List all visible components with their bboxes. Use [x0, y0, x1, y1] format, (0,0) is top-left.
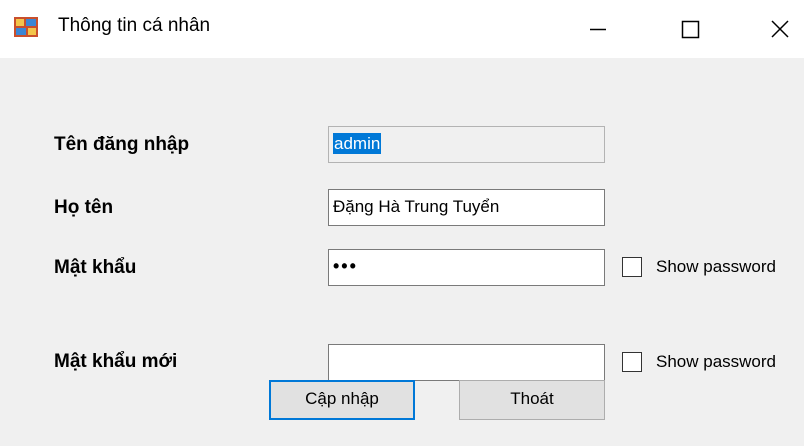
- show-new-password-checkbox-box[interactable]: [622, 352, 642, 372]
- maximize-icon: [681, 20, 700, 39]
- fullname-label: Họ tên: [54, 197, 114, 218]
- show-password-checkbox-box[interactable]: [622, 257, 642, 277]
- minimize-button[interactable]: [568, 0, 628, 58]
- username-field[interactable]: admin: [328, 126, 605, 163]
- update-button[interactable]: Cập nhập: [269, 380, 415, 420]
- maximize-button[interactable]: [660, 0, 720, 58]
- close-button[interactable]: [744, 0, 804, 58]
- password-label: Mật khẩu: [54, 257, 137, 278]
- fullname-field[interactable]: Đặng Hà Trung Tuyển: [328, 189, 605, 226]
- password-masked-value: •••: [333, 256, 358, 276]
- form-body: Tên đăng nhập admin Họ tên Đặng Hà Trung…: [0, 58, 804, 446]
- exit-button[interactable]: Thoát: [459, 380, 605, 420]
- password-field[interactable]: •••: [328, 249, 605, 286]
- username-value: admin: [333, 133, 382, 154]
- show-password-label[interactable]: Show password: [656, 255, 776, 279]
- username-label: Tên đăng nhập: [54, 134, 190, 155]
- window-title: Thông tin cá nhân: [58, 15, 211, 36]
- minimize-icon: [590, 28, 606, 31]
- fullname-value: Đặng Hà Trung Tuyển: [333, 197, 500, 216]
- show-new-password-checkbox[interactable]: Show password: [622, 350, 804, 378]
- show-password-checkbox[interactable]: Show password: [622, 255, 804, 283]
- new-password-field[interactable]: [328, 344, 605, 381]
- form-app-icon: [14, 16, 38, 38]
- new-password-label: Mật khẩu mới: [54, 351, 178, 372]
- show-new-password-label[interactable]: Show password: [656, 350, 776, 374]
- title-bar: Thông tin cá nhân: [0, 0, 804, 58]
- close-icon: [771, 20, 789, 38]
